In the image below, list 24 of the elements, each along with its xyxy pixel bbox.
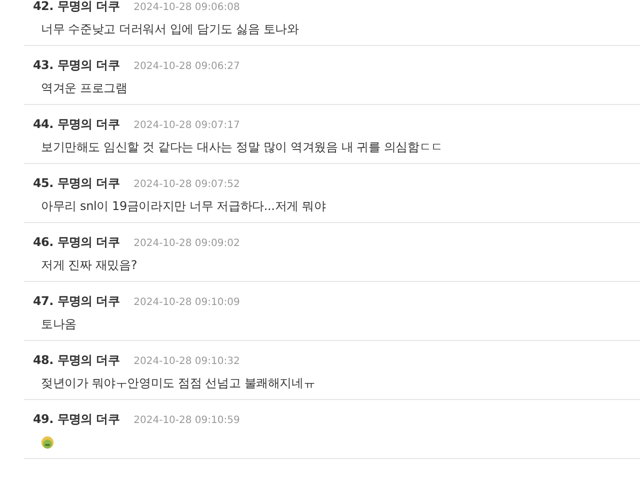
nauseated-face-icon: [41, 436, 54, 449]
comment-time: 2024-10-28 09:09:02: [134, 238, 240, 249]
comment-time: 2024-10-28 09:10:09: [134, 297, 240, 308]
comment-text: 저게 진짜 재밌음?: [40, 257, 138, 274]
comment-text: 젖년이가 뭐야ㅜ안영미도 점점 선넘고 불쾌해지네ㅠ: [40, 375, 316, 392]
comment-text: 토나옴: [40, 316, 78, 333]
comment-time: 2024-10-28 09:06:08: [134, 2, 240, 13]
comment-author: 47. 무명의 더쿠: [33, 293, 120, 310]
comment-author: 43. 무명의 더쿠: [33, 57, 120, 74]
comment-time: 2024-10-28 09:07:17: [134, 120, 240, 131]
comment-text: 역겨운 프로그램: [40, 80, 128, 97]
comment-author: 46. 무명의 더쿠: [33, 234, 120, 251]
comment-time: 2024-10-28 09:10:32: [134, 356, 240, 367]
comment-text: 너무 수준낮고 더러워서 입에 담기도 싫음 토나와: [40, 21, 300, 38]
comment-author: 48. 무명의 더쿠: [33, 352, 120, 369]
comment-text: 보기만해도 임신할 것 같다는 대사는 정말 많이 역겨웠음 내 귀를 의심함ㄷㄷ: [40, 139, 444, 156]
comment-author: 49. 무명의 더쿠: [33, 411, 120, 428]
comment-time: 2024-10-28 09:10:59: [134, 415, 240, 426]
comment-author: 44. 무명의 더쿠: [33, 116, 120, 133]
comment-time: 2024-10-28 09:06:27: [134, 61, 240, 72]
comment-author: 42. 무명의 더쿠: [33, 0, 120, 15]
comment-author: 45. 무명의 더쿠: [33, 175, 120, 192]
comment-text: 아무리 snl이 19금이라지만 너무 저급하다...저게 뭐야: [40, 198, 327, 215]
comment-time: 2024-10-28 09:07:52: [134, 179, 240, 190]
